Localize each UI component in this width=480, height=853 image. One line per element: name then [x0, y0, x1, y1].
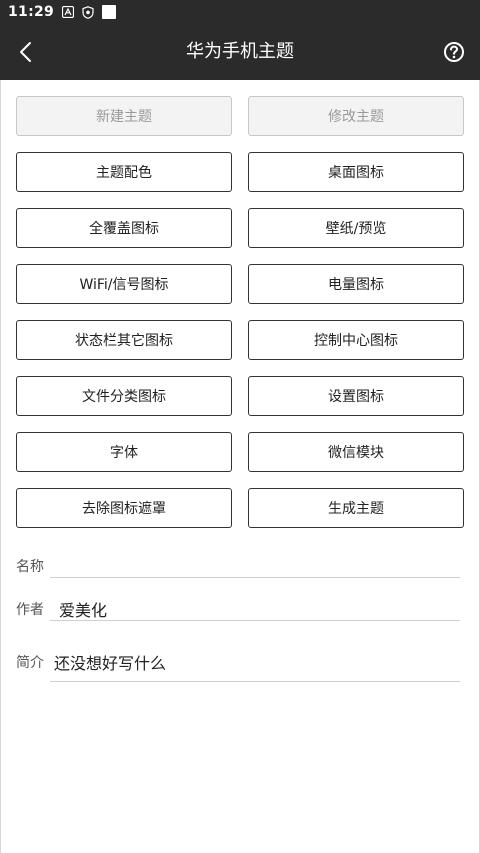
edit-theme-button[interactable]: 修改主题	[248, 96, 464, 136]
name-field-label: 名称	[16, 559, 44, 575]
name-field-row: 名称	[16, 552, 464, 580]
wallpaper-preview-button[interactable]: 壁纸/预览	[248, 208, 464, 248]
name-field-underline	[50, 577, 460, 578]
font-button[interactable]: 字体	[16, 432, 232, 472]
status-bar-icons-button[interactable]: 状态栏其它图标	[16, 320, 232, 360]
desktop-icons-button[interactable]: 桌面图标	[248, 152, 464, 192]
author-field[interactable]: 爱美化	[59, 597, 107, 621]
wifi-signal-icons-button[interactable]: WiFi/信号图标	[16, 264, 232, 304]
intro-field-label: 简介	[16, 655, 44, 671]
battery-icons-button[interactable]: 电量图标	[248, 264, 464, 304]
intro-field-row: 简介 还没想好写什么	[16, 646, 464, 686]
status-bar: 11:29	[0, 0, 480, 24]
notification-a-icon	[62, 6, 75, 18]
author-field-underline	[50, 620, 460, 621]
theme-action-grid: 新建主题 修改主题 主题配色 桌面图标 全覆盖图标 壁纸/预览 WiFi/信号图…	[16, 96, 464, 528]
intro-field-underline	[50, 681, 460, 682]
settings-icons-button[interactable]: 设置图标	[248, 376, 464, 416]
app-bar: 华为手机主题	[0, 24, 480, 80]
remove-icon-mask-button[interactable]: 去除图标遮罩	[16, 488, 232, 528]
author-field-row: 作者 爱美化	[16, 594, 464, 624]
help-button[interactable]	[438, 36, 470, 68]
shield-icon	[82, 5, 94, 19]
frame-border-left	[0, 80, 1, 853]
wechat-module-button[interactable]: 微信模块	[248, 432, 464, 472]
intro-field[interactable]: 还没想好写什么	[54, 650, 166, 674]
file-category-icons-button[interactable]: 文件分类图标	[16, 376, 232, 416]
theme-color-button[interactable]: 主题配色	[16, 152, 232, 192]
blank-square-icon	[102, 5, 117, 19]
status-time: 11:29	[8, 4, 55, 20]
page-title: 华为手机主题	[186, 41, 294, 62]
question-circle-icon	[444, 42, 464, 62]
generate-theme-button[interactable]: 生成主题	[248, 488, 464, 528]
control-center-icons-button[interactable]: 控制中心图标	[248, 320, 464, 360]
new-theme-button[interactable]: 新建主题	[16, 96, 232, 136]
full-cover-icons-button[interactable]: 全覆盖图标	[16, 208, 232, 248]
author-field-label: 作者	[16, 602, 44, 618]
